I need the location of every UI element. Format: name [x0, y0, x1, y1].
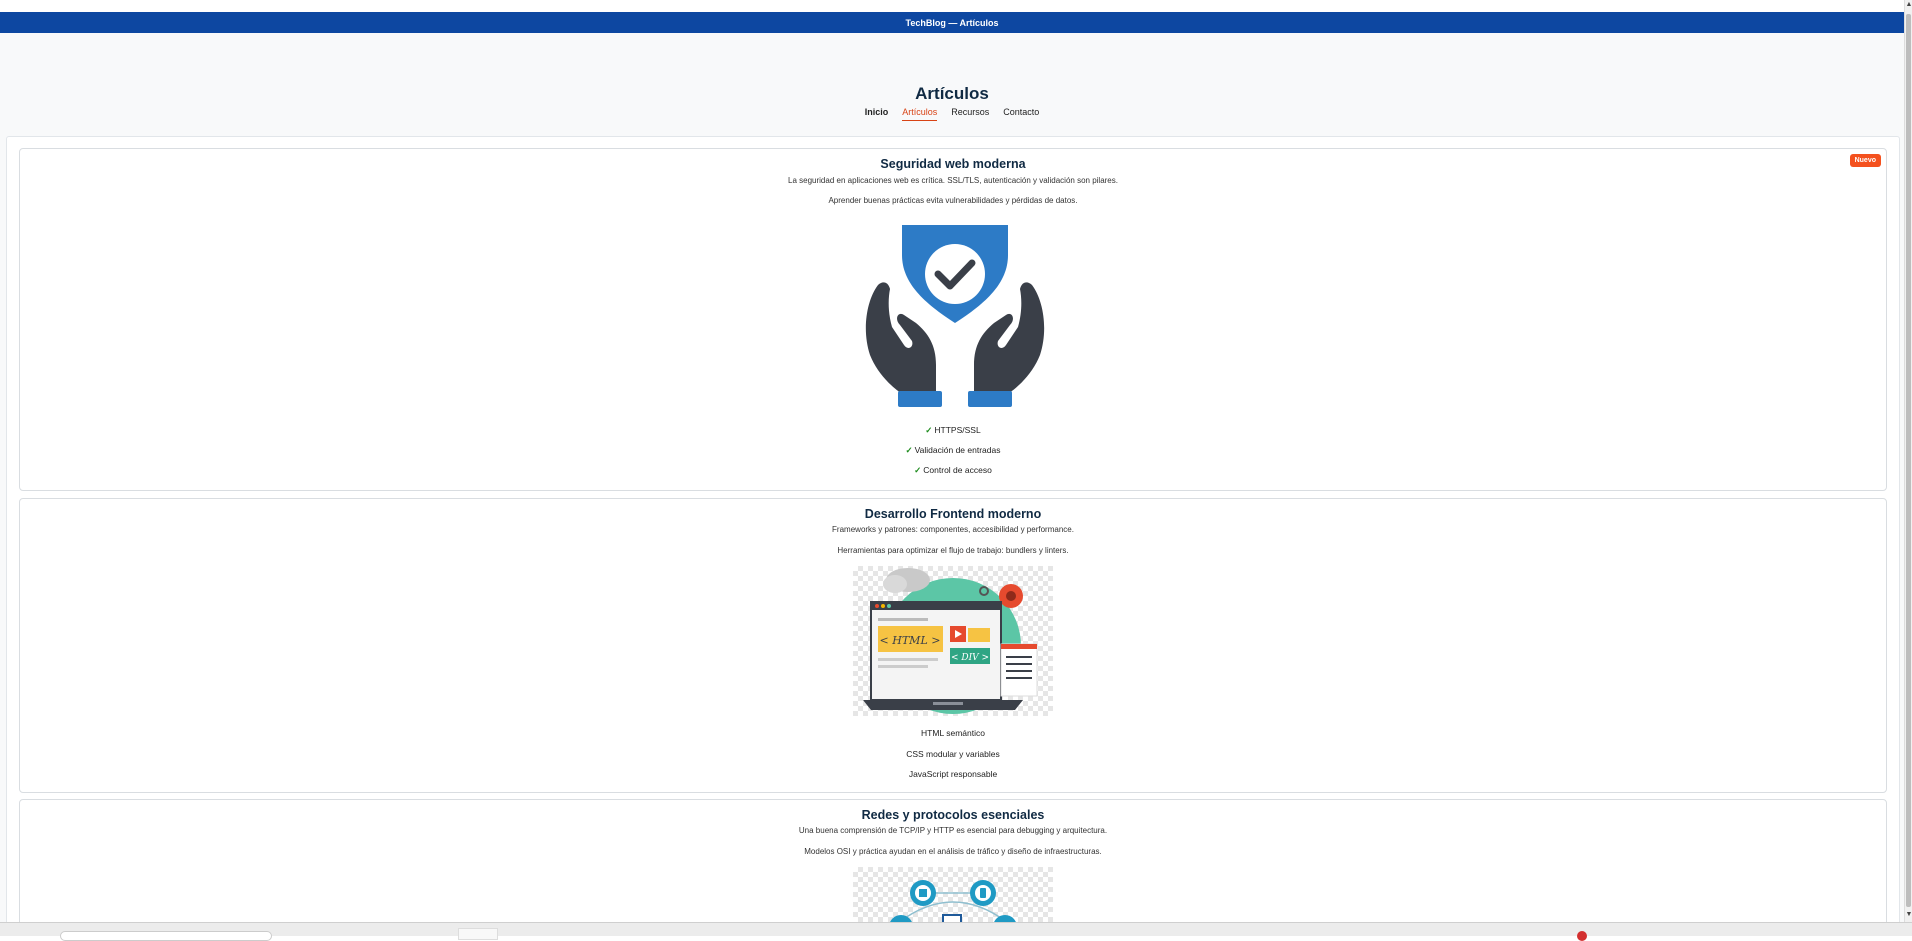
checkmark-icon: ✓ [914, 465, 922, 475]
feature-list-item: ✓ Validación de entradas [905, 445, 1001, 455]
nav-link-contacto[interactable]: Contacto [1003, 107, 1039, 121]
checkmark-icon: ✓ [925, 425, 933, 435]
network-nodes-icon [853, 867, 1053, 922]
browser-viewport: TechBlog — Artículos Artículos Inicio Ar… [0, 0, 1904, 922]
article-paragraph: Modelos OSI y práctica ayudan en el anál… [804, 847, 1102, 856]
nav-link-inicio[interactable]: Inicio [865, 107, 889, 121]
top-strip [0, 0, 1904, 12]
page-titlebar-text: TechBlog — Artículos [905, 17, 999, 28]
taskbar-item[interactable] [458, 928, 498, 940]
article-paragraph: Frameworks y patrones: componentes, acce… [832, 525, 1074, 534]
taskbar-search-box[interactable] [60, 931, 272, 941]
shield-hands-icon [865, 225, 1045, 407]
feature-list-item: HTML semántico [921, 728, 985, 738]
checkmark-icon: ✓ [905, 445, 913, 455]
vertical-scrollbar[interactable]: ▲ ▼ [1904, 0, 1912, 922]
feature-list-item: JavaScript responsable [908, 769, 998, 779]
page-titlebar: TechBlog — Artículos [0, 12, 1904, 33]
article-paragraph: Herramientas para optimizar el flujo de … [837, 546, 1069, 555]
scroll-down-arrow-icon[interactable]: ▼ [1905, 910, 1912, 920]
div-tag-label: < DIV > [951, 653, 989, 663]
laptop-web-dev-icon: < HTML > < DIV > [853, 566, 1053, 716]
article-paragraph: La seguridad en aplicaciones web es crít… [788, 176, 1118, 185]
laptop-illustration: < HTML > < DIV > [863, 568, 1038, 714]
notification-dot-icon[interactable] [1577, 931, 1587, 941]
feature-list-item: CSS modular y variables [906, 749, 1000, 759]
nav-link-recursos[interactable]: Recursos [951, 107, 989, 121]
article-title: Desarrollo Frontend moderno [864, 507, 1042, 521]
page-title: Artículos [915, 84, 989, 103]
html-tag-label: < HTML > [880, 634, 941, 647]
nav-link-articulos[interactable]: Artículos [902, 107, 938, 121]
article-paragraph: Una buena comprensión de TCP/IP y HTTP e… [798, 826, 1108, 835]
article-title: Redes y protocolos esenciales [861, 808, 1045, 822]
article-card-networks: Redes y protocolos esenciales Una buena … [19, 799, 1887, 922]
article-card-security: Nuevo Seguridad web moderna La seguridad… [19, 148, 1887, 491]
article-paragraph: Aprender buenas prácticas evita vulnerab… [828, 196, 1078, 205]
bottom-taskbar [0, 922, 1912, 941]
article-title: Seguridad web moderna [880, 157, 1026, 171]
feature-list-item: ✓ HTTPS/SSL [925, 425, 981, 435]
scroll-thumb[interactable] [1906, 14, 1911, 907]
article-card-frontend: Desarrollo Frontend moderno Frameworks y… [19, 498, 1887, 793]
feature-list-item: ✓ Control de acceso [914, 465, 992, 475]
scroll-up-arrow-icon[interactable]: ▲ [1905, 0, 1912, 10]
main-nav: Inicio Artículos Recursos Contacto [0, 107, 1904, 121]
